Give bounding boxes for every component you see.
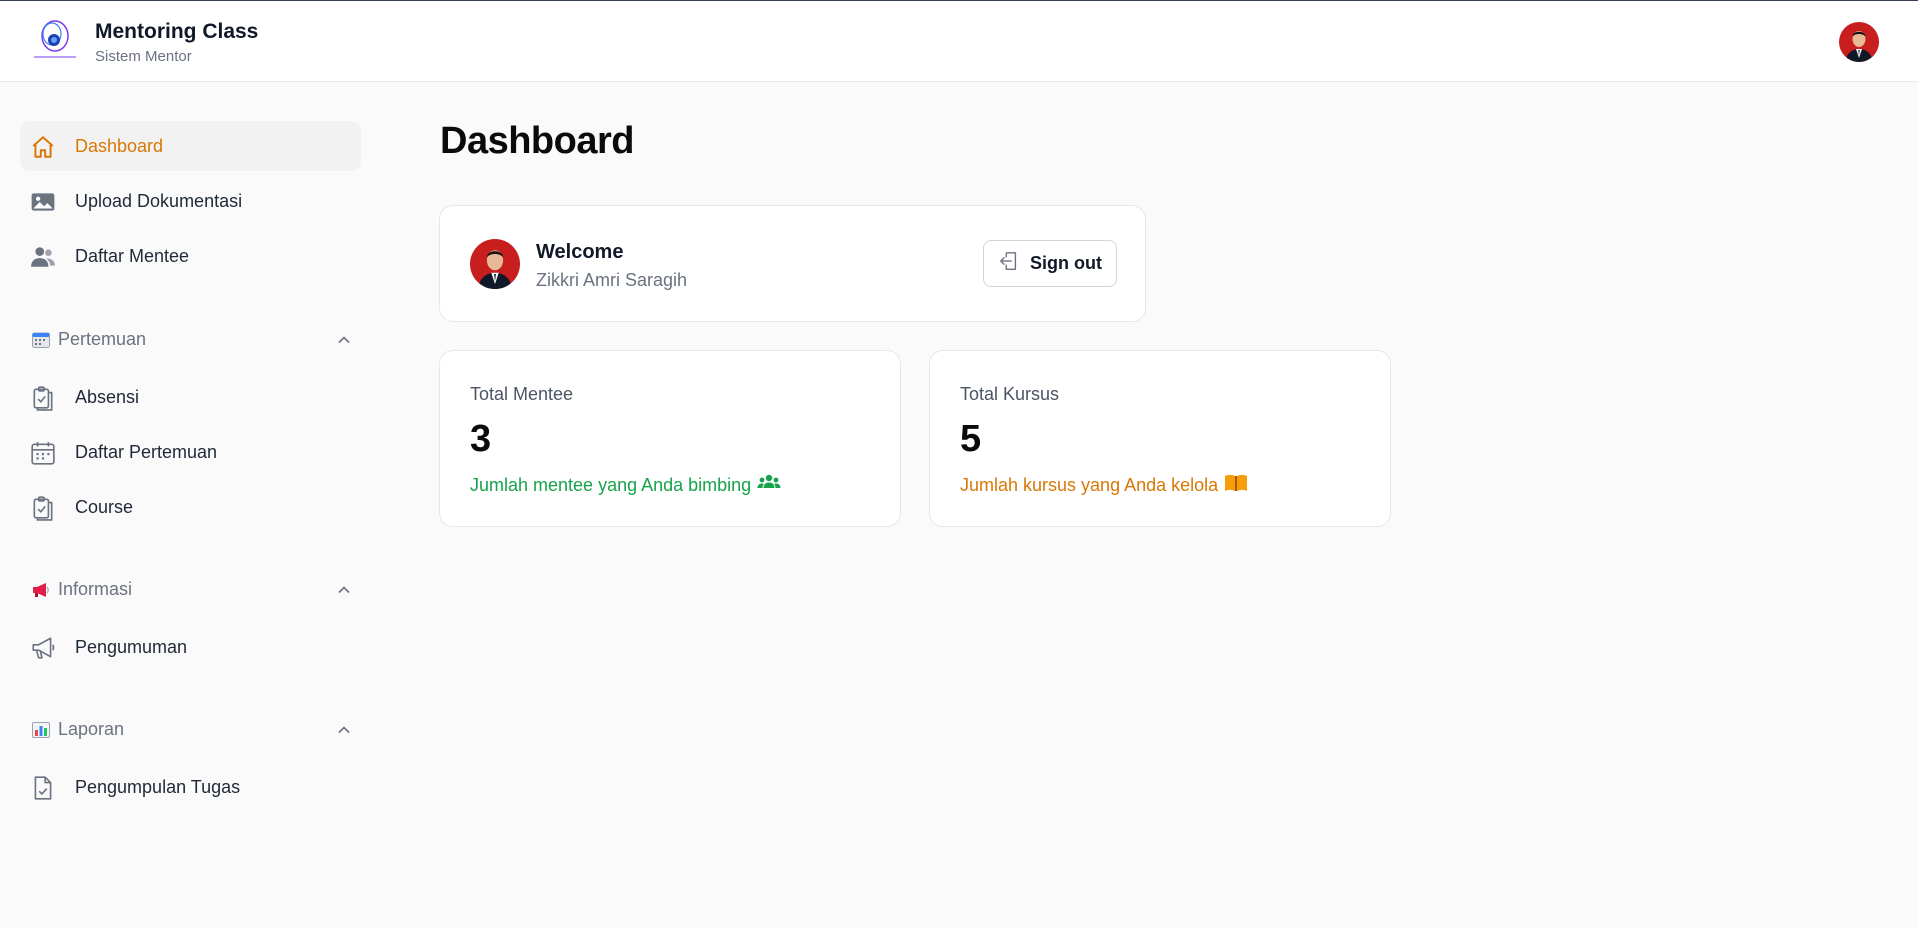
stat-description: Jumlah kursus yang Anda kelola (960, 473, 1248, 498)
sidebar-item-course[interactable]: Course (20, 482, 361, 532)
megaphone-emoji-icon (32, 582, 50, 598)
sidebar-item-label: Absensi (75, 386, 140, 407)
clipboard-check-icon (30, 385, 56, 411)
sidebar-item-label: Daftar Pertemuan (75, 441, 218, 462)
sidebar-item-upload-dokumentasi[interactable]: Upload Dokumentasi (20, 176, 361, 226)
document-check-icon (30, 775, 56, 801)
welcome-title: Welcome (536, 241, 624, 263)
sign-out-icon (998, 250, 1020, 277)
sidebar-item-daftar-pertemuan[interactable]: Daftar Pertemuan (20, 427, 361, 477)
bar-chart-emoji-icon (32, 722, 50, 738)
users-icon (30, 244, 56, 270)
sign-out-label: Sign out (1030, 253, 1102, 273)
stat-value: 5 (960, 418, 982, 460)
welcome-card: Welcome Zikkri Amri Saragih Sign out (439, 205, 1146, 322)
avatar (470, 239, 520, 289)
section-label: Laporan (58, 719, 125, 739)
section-label: Pertemuan (58, 329, 147, 349)
sidebar-item-label: Upload Dokumentasi (75, 190, 243, 211)
sidebar-item-label: Course (75, 496, 134, 517)
sidebar-item-label: Daftar Mentee (75, 245, 190, 266)
sidebar-item-dashboard[interactable]: Dashboard (20, 121, 361, 171)
sidebar-item-pengumpulan-tugas[interactable]: Pengumpulan Tugas (20, 762, 361, 812)
sidebar: Dashboard Upload Dokumentasi Daftar Ment… (0, 83, 380, 928)
section-toggle-laporan[interactable]: Laporan (32, 715, 352, 745)
stat-card-total-mentee: Total Mentee 3 Jumlah mentee yang Anda b… (439, 350, 901, 527)
stat-label: Total Kursus (960, 384, 1060, 404)
sidebar-item-pengumuman[interactable]: Pengumuman (20, 622, 361, 672)
chevron-up-icon (336, 722, 352, 738)
book-open-icon (1224, 473, 1248, 498)
stat-value: 3 (470, 418, 492, 460)
calendar-emoji-icon (32, 332, 50, 348)
user-name: Zikkri Amri Saragih (536, 270, 688, 290)
megaphone-icon (30, 635, 56, 661)
stat-description: Jumlah mentee yang Anda bimbing (470, 473, 781, 498)
users-group-icon (757, 473, 781, 498)
section-toggle-pertemuan[interactable]: Pertemuan (32, 325, 352, 355)
chevron-up-icon (336, 582, 352, 598)
sign-out-button[interactable]: Sign out (983, 240, 1117, 287)
brand-logo (30, 18, 80, 62)
home-icon (30, 134, 56, 160)
sidebar-item-absensi[interactable]: Absensi (20, 372, 361, 422)
section-toggle-informasi[interactable]: Informasi (32, 575, 352, 605)
clipboard-check-icon (30, 495, 56, 521)
sidebar-item-label: Pengumpulan Tugas (75, 776, 241, 797)
stat-card-total-kursus: Total Kursus 5 Jumlah kursus yang Anda k… (929, 350, 1391, 527)
app-subtitle: Sistem Mentor (95, 48, 192, 65)
sidebar-item-label: Dashboard (75, 135, 164, 156)
app-title: Mentoring Class (95, 20, 259, 43)
chevron-up-icon (336, 332, 352, 348)
user-avatar[interactable] (1839, 22, 1879, 62)
stat-label: Total Mentee (470, 384, 574, 404)
sidebar-item-label: Pengumuman (75, 636, 188, 657)
image-icon (30, 189, 56, 215)
top-header: Mentoring Class Sistem Mentor (0, 0, 1918, 82)
page-title: Dashboard (440, 120, 634, 162)
sidebar-item-daftar-mentee[interactable]: Daftar Mentee (20, 231, 361, 281)
stat-description-text: Jumlah kursus yang Anda kelola (960, 475, 1219, 495)
stat-description-text: Jumlah mentee yang Anda bimbing (470, 475, 752, 495)
section-label: Informasi (58, 579, 133, 599)
calendar-icon (30, 440, 56, 466)
